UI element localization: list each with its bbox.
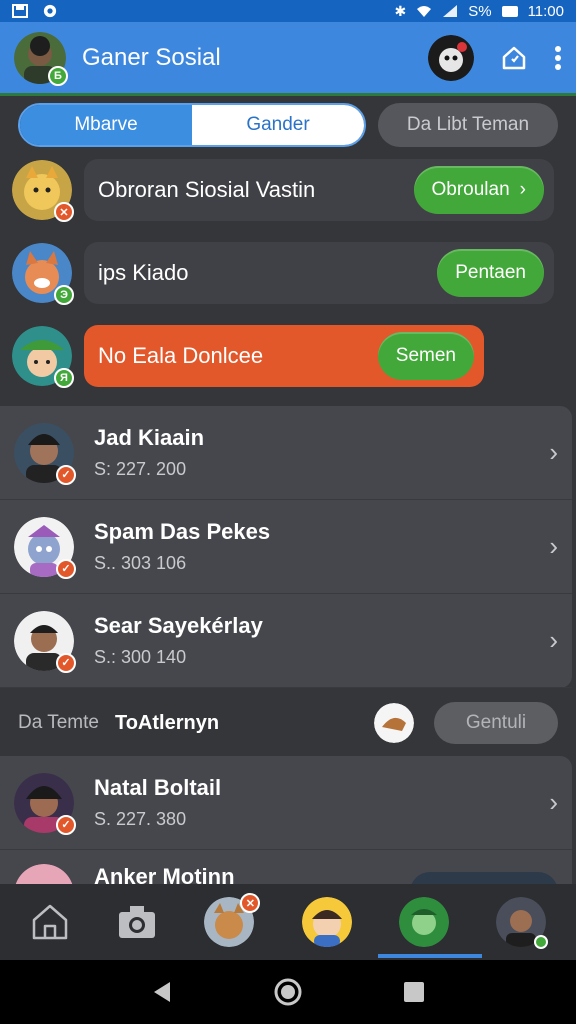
notification-text: No Eala Donlcee <box>98 343 264 368</box>
online-badge <box>534 935 549 949</box>
section-action-button[interactable]: Gentuli <box>434 702 558 744</box>
status-badge: ✓ <box>56 464 76 485</box>
contact-name: Anker Motinn <box>94 864 235 884</box>
list-item[interactable]: ✓ Natal Boltail S. 227. 380 › <box>0 756 572 850</box>
list-item[interactable]: ✓ Sear Sayekérlay S.: 300 140 › <box>0 594 572 688</box>
segmented-control: Mbarve Gander <box>18 103 366 147</box>
tab-bar: Mbarve Gander Da Libt Teman <box>18 103 558 147</box>
chevron-right-icon: › <box>519 179 526 200</box>
profile-avatar[interactable]: Б <box>14 31 68 86</box>
button-label: Obroulan <box>431 179 510 200</box>
contact-detail: S: 227. 200 <box>94 459 187 479</box>
boy-hat-avatar[interactable]: Я <box>12 326 74 388</box>
status-bar: ✱ S% 11:00 <box>0 0 576 22</box>
chevron-right-icon: › <box>549 437 558 467</box>
notification-text: ips Kiado <box>98 260 189 285</box>
status-badge: ✓ <box>56 652 76 673</box>
battery-icon <box>501 5 518 17</box>
list-item[interactable]: ✓ Jad Kiaain S: 227. 200 › <box>0 406 572 500</box>
contact-avatar: ✓ <box>14 772 76 835</box>
contact-avatar: ✓ <box>14 422 76 485</box>
nav-avatar-green[interactable] <box>398 897 449 947</box>
notification-item: Э ips Kiado Pentaen <box>12 240 564 306</box>
back-icon[interactable] <box>150 980 174 1004</box>
camera-icon[interactable] <box>117 904 157 940</box>
section-header: Da Temte ToAtlernyn Gentuli <box>0 692 576 754</box>
notification-item: ✕ Obroran Siosial Vastin Obroulan › <box>12 157 564 223</box>
user-avatar[interactable] <box>428 34 474 81</box>
tab-mbarve[interactable]: Mbarve <box>20 105 192 145</box>
contact-avatar: ✓ <box>14 516 76 579</box>
notification-badge: Я <box>54 368 74 388</box>
section-label: Da Temte <box>18 712 99 733</box>
battery-percent: S% <box>468 2 492 20</box>
nav-avatar-cat[interactable]: ✕ <box>204 893 261 947</box>
wifi-icon <box>417 6 432 17</box>
more-options-icon[interactable] <box>554 45 562 71</box>
home-icon[interactable] <box>500 44 528 72</box>
list-item[interactable]: ✓ Spam Das Pekes S.. 303 106 › <box>0 500 572 594</box>
notification-badge: Э <box>54 285 74 305</box>
nav-avatar-user[interactable] <box>496 897 549 949</box>
notification-bubble[interactable]: Obroran Siosial Vastin Obroulan › <box>84 159 554 221</box>
cat-avatar[interactable]: Э <box>12 243 74 305</box>
contact-detail: S.. 303 106 <box>94 553 187 573</box>
contact-name: Jad Kiaain <box>94 425 205 450</box>
notification-action-button[interactable]: Pentaen <box>437 249 544 297</box>
app-title: Ganer Sosial <box>82 43 221 71</box>
bottom-navigation: ✕ <box>0 884 576 960</box>
status-badge: ✓ <box>56 558 76 579</box>
nav-avatar-boy[interactable] <box>301 897 352 947</box>
system-navigation <box>0 960 576 1024</box>
contact-list: ✓ Jad Kiaain S: 227. 200 › ✓ Spam Das Pe… <box>0 406 572 688</box>
tab-gander[interactable]: Gander <box>192 105 364 145</box>
chevron-right-icon: › <box>549 787 558 817</box>
contact-avatar: ✓ <box>14 610 76 673</box>
chevron-right-icon: › <box>549 625 558 655</box>
contact-name: Sear Sayekérlay <box>94 613 263 638</box>
contact-detail: S.: 300 140 <box>94 647 187 667</box>
contact-detail: S. 227. 380 <box>94 809 187 829</box>
notification-action-button[interactable]: Obroulan › <box>413 166 544 214</box>
recents-icon[interactable] <box>402 980 426 1004</box>
app-bar: Б Ganer Sosial <box>0 22 576 96</box>
home-button-icon[interactable] <box>274 978 302 1006</box>
notification-bubble-highlight[interactable]: No Eala Donlcee Semen <box>84 325 484 387</box>
home-icon[interactable] <box>30 902 70 942</box>
contact-avatar <box>14 864 74 884</box>
clock: 11:00 <box>527 2 564 20</box>
whatsapp-icon <box>43 4 57 18</box>
tab-da-libt-teman[interactable]: Da Libt Teman <box>378 103 558 147</box>
contact-list-secondary: ✓ Natal Boltail S. 227. 380 › Anker Moti… <box>0 756 572 884</box>
status-badge: ✓ <box>56 814 76 835</box>
partial-button[interactable] <box>410 872 558 884</box>
notification-text: Obroran Siosial Vastin <box>98 177 316 202</box>
notification-item: Я No Eala Donlcee Semen <box>12 323 564 389</box>
list-item[interactable]: Anker Motinn <box>0 850 572 884</box>
notification-action-button[interactable]: Semen <box>377 332 474 380</box>
chevron-right-icon: › <box>549 531 558 561</box>
bluetooth-icon: ✱ <box>394 2 407 19</box>
notification-badge: ✕ <box>54 202 74 222</box>
notification-bubble[interactable]: ips Kiado Pentaen <box>84 242 554 304</box>
nav-active-indicator <box>378 954 482 958</box>
fox-avatar[interactable]: ✕ <box>12 160 74 222</box>
save-icon <box>12 4 28 18</box>
contact-name: Natal Boltail <box>94 775 222 800</box>
signal-icon <box>443 5 458 17</box>
profile-badge: Б <box>48 65 68 86</box>
contact-name: Spam Das Pekes <box>94 519 271 544</box>
section-avatar <box>374 703 414 743</box>
section-value: ToAtlernyn <box>114 711 220 734</box>
notification-badge: ✕ <box>240 893 261 913</box>
